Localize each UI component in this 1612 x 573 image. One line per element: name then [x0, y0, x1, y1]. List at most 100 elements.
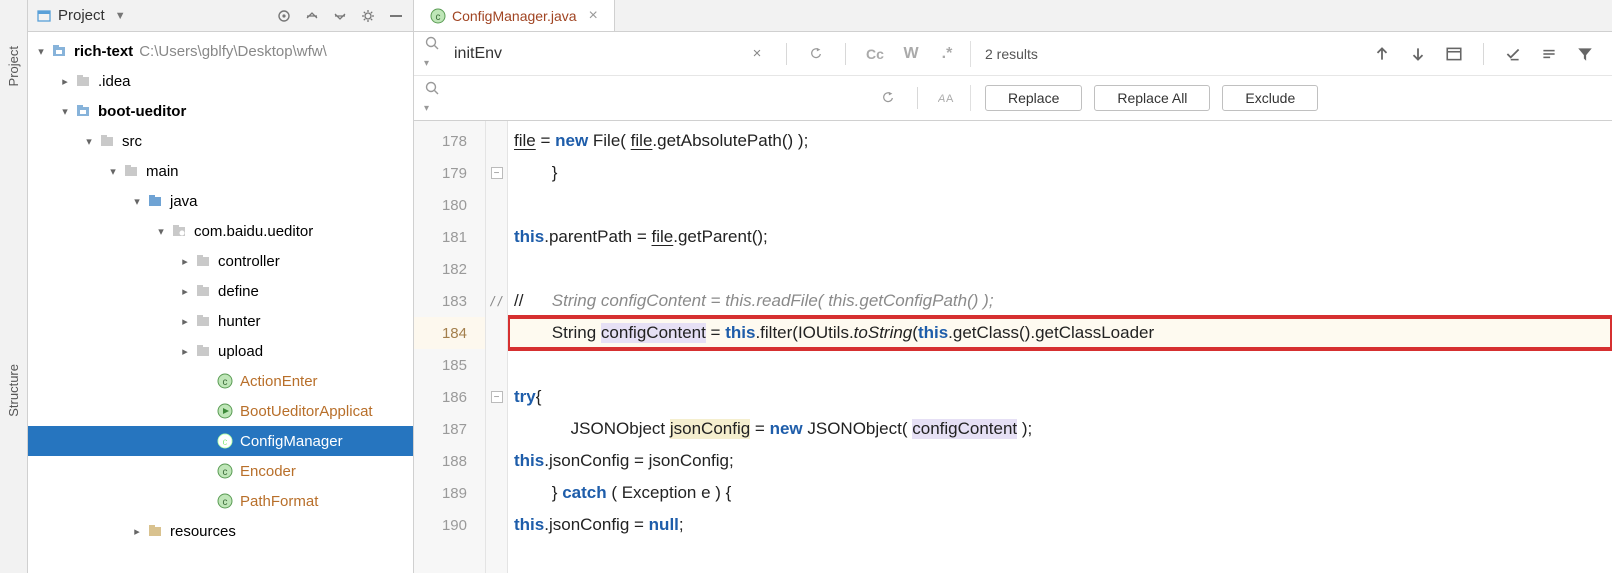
package-icon	[195, 283, 211, 299]
line-number: 190	[414, 509, 485, 541]
code-line[interactable]	[508, 253, 1612, 285]
fold-gutter[interactable]: − // −	[486, 121, 508, 573]
tree-label: src	[122, 133, 142, 150]
fold-cell[interactable]	[486, 189, 507, 221]
side-tab-structure[interactable]: Structure	[4, 358, 23, 429]
tree-package-hunter[interactable]: ▸ hunter	[28, 306, 413, 336]
code-line[interactable]: String configContent = this.filter(IOUti…	[508, 317, 1612, 349]
replace-button[interactable]: Replace	[985, 85, 1082, 111]
fold-cell[interactable]	[486, 317, 507, 349]
prev-replace-history-icon[interactable]	[875, 85, 901, 111]
match-case-toggle[interactable]: Cc	[862, 41, 888, 67]
code-line[interactable]: this.parentPath = file.getParent();	[508, 221, 1612, 253]
fold-cell[interactable]	[486, 221, 507, 253]
hide-icon[interactable]	[387, 7, 405, 25]
fold-toggle-icon[interactable]: −	[491, 391, 503, 403]
code-line[interactable]: // String configContent = this.readFile(…	[508, 285, 1612, 317]
gear-icon[interactable]	[359, 7, 377, 25]
fold-cell[interactable]	[486, 349, 507, 381]
tree-label: boot-ueditor	[98, 103, 186, 120]
collapse-all-icon[interactable]	[331, 7, 349, 25]
fold-toggle-icon[interactable]: −	[491, 167, 503, 179]
line-number: 188	[414, 445, 485, 477]
code-line[interactable]: this.jsonConfig = null;	[508, 509, 1612, 541]
add-selection-icon[interactable]	[1536, 41, 1562, 67]
folder-icon	[123, 163, 139, 179]
fold-cell[interactable]	[486, 253, 507, 285]
svg-text:c: c	[223, 437, 228, 448]
tree-class-config-manager[interactable]: ▸c ConfigManager	[28, 426, 413, 456]
tree-source-folder-java[interactable]: ▾ java	[28, 186, 413, 216]
code-content[interactable]: file = new File( file.getAbsolutePath() …	[508, 121, 1612, 573]
side-tab-project[interactable]: Project	[4, 40, 23, 98]
project-view-selector[interactable]: Project ▼	[36, 7, 269, 24]
side-tool-tabs: Project Structure	[0, 0, 28, 573]
tab-config-manager[interactable]: c ConfigManager.java ×	[414, 0, 615, 31]
fold-cell[interactable]	[486, 445, 507, 477]
code-line[interactable]	[508, 349, 1612, 381]
find-input[interactable]	[454, 45, 734, 63]
tree-label: Encoder	[240, 463, 296, 480]
class-icon: c	[217, 463, 233, 479]
tree-package-upload[interactable]: ▸ upload	[28, 336, 413, 366]
tree-class-encoder[interactable]: ▸c Encoder	[28, 456, 413, 486]
fold-cell[interactable]: −	[486, 381, 507, 413]
fold-cell[interactable]	[486, 125, 507, 157]
locate-icon[interactable]	[275, 7, 293, 25]
tree-class-boot-ueditor-app[interactable]: ▸ BootUeditorApplicat	[28, 396, 413, 426]
code-line[interactable]	[508, 189, 1612, 221]
side-tab-structure-label: Structure	[6, 364, 21, 417]
close-icon[interactable]: ×	[589, 7, 598, 25]
tab-label: ConfigManager.java	[452, 8, 577, 24]
fold-cell[interactable]: −	[486, 157, 507, 189]
results-count: 2 results	[985, 46, 1359, 62]
tree-folder-idea[interactable]: ▸ .idea	[28, 66, 413, 96]
tree-package-controller[interactable]: ▸ controller	[28, 246, 413, 276]
prev-match-icon[interactable]	[1369, 41, 1395, 67]
replace-all-button[interactable]: Replace All	[1094, 85, 1210, 111]
fold-cell[interactable]	[486, 413, 507, 445]
class-icon: c	[430, 8, 446, 24]
tree-class-path-format[interactable]: ▸c PathFormat	[28, 486, 413, 516]
module-icon	[51, 43, 67, 59]
code-line[interactable]: file = new File( file.getAbsolutePath() …	[508, 125, 1612, 157]
tree-label: resources	[170, 523, 236, 540]
tree-folder-main[interactable]: ▾ main	[28, 156, 413, 186]
tree-package[interactable]: ▾ com.baidu.ueditor	[28, 216, 413, 246]
tree-class-action-enter[interactable]: ▸c ActionEnter	[28, 366, 413, 396]
tree-module-boot-ueditor[interactable]: ▾ boot-ueditor	[28, 96, 413, 126]
exclude-button[interactable]: Exclude	[1222, 85, 1318, 111]
fold-cell[interactable]: //	[486, 285, 507, 317]
words-toggle[interactable]: W	[898, 41, 924, 67]
code-line[interactable]: }	[508, 157, 1612, 189]
code-editor[interactable]: 178179180181182183184185186187188189190 …	[414, 121, 1612, 573]
next-match-icon[interactable]	[1405, 41, 1431, 67]
clear-find-icon[interactable]: ×	[744, 41, 770, 67]
fold-cell[interactable]	[486, 477, 507, 509]
filter-icon[interactable]	[1572, 41, 1598, 67]
expand-all-icon[interactable]	[303, 7, 321, 25]
tree-folder-resources[interactable]: ▸ resources	[28, 516, 413, 546]
prev-occurrence-history-icon[interactable]	[803, 41, 829, 67]
code-line[interactable]: } catch ( Exception e ) {	[508, 477, 1612, 509]
svg-text:c: c	[223, 467, 228, 478]
svg-text:A: A	[946, 93, 954, 105]
line-number: 185	[414, 349, 485, 381]
tree-folder-src[interactable]: ▾ src	[28, 126, 413, 156]
new-window-icon[interactable]	[1441, 41, 1467, 67]
tree-root-rich-text[interactable]: ▾ rich-text C:\Users\gblfy\Desktop\wfw\	[28, 36, 413, 66]
line-number: 179	[414, 157, 485, 189]
project-tree[interactable]: ▾ rich-text C:\Users\gblfy\Desktop\wfw\ …	[28, 32, 413, 573]
code-line[interactable]: JSONObject jsonConfig = new JSONObject( …	[508, 413, 1612, 445]
preserve-case-icon[interactable]: AA	[934, 85, 960, 111]
folder-icon	[99, 133, 115, 149]
code-line[interactable]: this.jsonConfig = jsonConfig;	[508, 445, 1612, 477]
code-line[interactable]: try{	[508, 381, 1612, 413]
regex-toggle[interactable]: .*	[934, 41, 960, 67]
tree-label: com.baidu.ueditor	[194, 223, 313, 240]
fold-cell[interactable]	[486, 509, 507, 541]
line-number: 189	[414, 477, 485, 509]
tree-package-define[interactable]: ▸ define	[28, 276, 413, 306]
select-all-icon[interactable]	[1500, 41, 1526, 67]
replace-input[interactable]	[454, 89, 865, 107]
